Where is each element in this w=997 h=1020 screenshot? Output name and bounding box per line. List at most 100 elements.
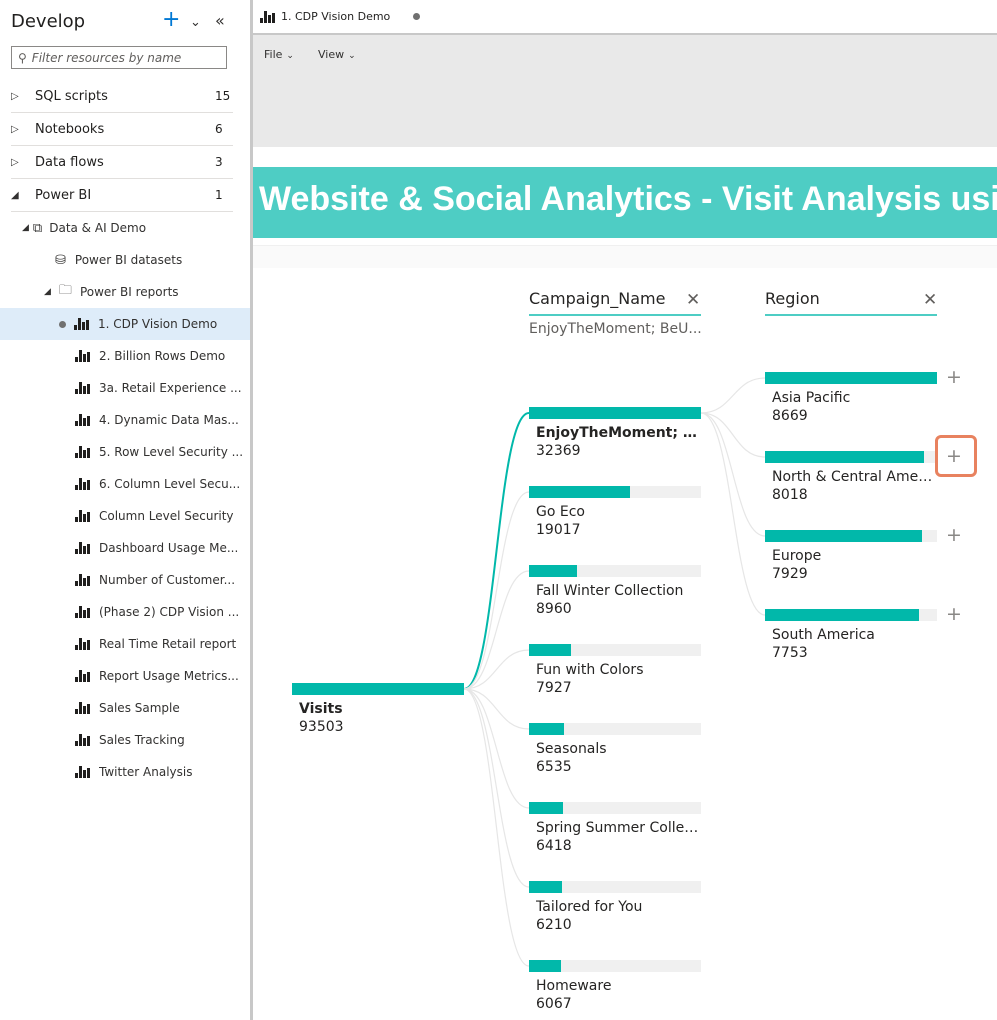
report-menubar: File ⌄ View ⌄ <box>253 35 997 147</box>
node-value: 6067 <box>536 996 572 1012</box>
report-item[interactable]: (Phase 2) CDP Vision ... <box>0 596 250 628</box>
node-value: 7929 <box>772 566 808 582</box>
report-item[interactable]: 2. Billion Rows Demo <box>0 340 250 372</box>
filter-input[interactable] <box>31 50 212 65</box>
node-value: 6535 <box>536 759 572 775</box>
region-node[interactable]: North & Central Ameri... 8018 <box>765 451 937 503</box>
report-icon <box>75 606 90 618</box>
section-power-bi[interactable]: ◢ Power BI 1 <box>11 179 233 212</box>
report-icon <box>75 670 90 682</box>
file-menu[interactable]: File ⌄ <box>264 48 294 61</box>
connector <box>463 491 530 690</box>
hide-sidebar-icon[interactable]: « <box>215 11 225 30</box>
node-value: 19017 <box>536 522 581 538</box>
report-item[interactable]: Dashboard Usage Me... <box>0 532 250 564</box>
section-label: SQL scripts <box>35 88 108 104</box>
report-label: Number of Customer... <box>99 573 236 587</box>
file-menu-label: File <box>264 48 283 61</box>
report-item[interactable]: Real Time Retail report <box>0 628 250 660</box>
bar-fill <box>529 644 571 656</box>
section-count: 3 <box>215 155 223 169</box>
report-item[interactable]: Column Level Security <box>0 500 250 532</box>
node-label: Visits <box>299 701 343 717</box>
report-icon <box>75 638 90 650</box>
report-label: 2. Billion Rows Demo <box>99 349 226 363</box>
report-label: 1. CDP Vision Demo <box>98 317 218 331</box>
collapse-all-icon[interactable]: ⌄ <box>190 15 201 30</box>
campaign-node[interactable]: Fall Winter Collection 8960 <box>529 565 701 617</box>
workspace-icon: ⧉ <box>32 220 43 236</box>
develop-sidebar: Develop + ⌄ « ⚲ ▷ SQL scripts 15 ▷ Noteb… <box>0 0 250 1020</box>
report-item[interactable]: Sales Sample <box>0 692 250 724</box>
tree-datasets[interactable]: ⛁ Power BI datasets <box>0 244 250 276</box>
tab-cdp-vision-demo[interactable]: 1. CDP Vision Demo <box>253 0 429 33</box>
filter-box[interactable]: ⚲ <box>11 46 227 69</box>
expand-highlight <box>935 435 977 477</box>
node-label: EnjoyTheMoment; B... <box>536 425 701 441</box>
remove-region-level-icon[interactable]: ✕ <box>923 290 937 310</box>
tab-strip: 1. CDP Vision Demo <box>253 0 997 35</box>
expand-icon: ▷ <box>11 156 19 168</box>
expand-plus-icon[interactable]: + <box>946 526 962 545</box>
report-item[interactable]: Number of Customer... <box>0 564 250 596</box>
section-sql-scripts[interactable]: ▷ SQL scripts 15 <box>11 80 233 113</box>
report-icon <box>75 510 90 522</box>
report-icon <box>260 10 275 23</box>
remove-campaign-level-icon[interactable]: ✕ <box>686 290 700 310</box>
report-label: 4. Dynamic Data Mas... <box>99 413 239 427</box>
report-icon <box>75 574 90 586</box>
bar-fill <box>529 802 563 814</box>
expand-icon: ▷ <box>11 123 19 135</box>
campaign-node[interactable]: Go Eco 19017 <box>529 486 701 538</box>
collapse-icon: ◢ <box>22 223 29 233</box>
campaign-node[interactable]: EnjoyTheMoment; B... 32369 <box>529 407 701 459</box>
add-resource-icon[interactable]: + <box>162 7 180 32</box>
unsaved-indicator <box>413 13 420 20</box>
report-item[interactable]: 6. Column Level Secu... <box>0 468 250 500</box>
report-item[interactable]: 5. Row Level Security ... <box>0 436 250 468</box>
tree-workspace[interactable]: ◢ ⧉ Data & AI Demo <box>0 212 250 244</box>
campaign-node[interactable]: Tailored for You 6210 <box>529 881 701 933</box>
campaign-header-underline <box>529 314 701 316</box>
region-node[interactable]: Europe 7929 <box>765 530 937 582</box>
datasets-label: Power BI datasets <box>74 253 183 267</box>
report-item[interactable]: 1. CDP Vision Demo <box>0 308 250 340</box>
campaign-node[interactable]: Homeware 6067 <box>529 960 701 1012</box>
bar-fill <box>529 407 701 419</box>
node-value: 8669 <box>772 408 808 424</box>
view-menu[interactable]: View ⌄ <box>318 48 356 61</box>
section-count: 1 <box>215 188 223 202</box>
section-count: 15 <box>215 89 231 103</box>
report-item[interactable]: 3a. Retail Experience ... <box>0 372 250 404</box>
report-item[interactable]: Twitter Analysis <box>0 756 250 788</box>
bar-fill <box>529 565 577 577</box>
report-item[interactable]: Report Usage Metrics... <box>0 660 250 692</box>
report-icon <box>75 478 90 490</box>
root-node[interactable]: Visits 93503 <box>292 683 464 735</box>
campaign-node[interactable]: Fun with Colors 7927 <box>529 644 701 696</box>
expand-icon: ▷ <box>11 90 19 102</box>
report-label: Sales Sample <box>99 701 180 715</box>
connector <box>463 688 530 967</box>
campaign-node[interactable]: Seasonals 6535 <box>529 723 701 775</box>
region-node[interactable]: South America 7753 <box>765 609 937 661</box>
region-node[interactable]: Asia Pacific 8669 <box>765 372 937 424</box>
report-icon <box>74 318 89 330</box>
report-item[interactable]: 4. Dynamic Data Mas... <box>0 404 250 436</box>
report-item[interactable]: Sales Tracking <box>0 724 250 756</box>
node-label: Europe <box>772 548 822 564</box>
bar-fill <box>292 683 464 695</box>
expand-plus-icon[interactable]: + <box>946 605 962 624</box>
section-data-flows[interactable]: ▷ Data flows 3 <box>11 146 233 179</box>
expand-plus-icon[interactable]: + <box>946 368 962 387</box>
node-label: Tailored for You <box>536 899 643 915</box>
campaign-node[interactable]: Spring Summer Collec... 6418 <box>529 802 701 854</box>
section-notebooks[interactable]: ▷ Notebooks 6 <box>11 113 233 146</box>
report-icon <box>75 414 90 426</box>
collapse-icon: ◢ <box>44 287 51 297</box>
tree-reports-folder[interactable]: ◢ 🗀 Power BI reports <box>0 276 250 308</box>
chevron-down-icon: ⌄ <box>286 51 294 61</box>
node-label: Fun with Colors <box>536 662 644 678</box>
open-indicator <box>59 320 66 328</box>
node-value: 6418 <box>536 838 572 854</box>
